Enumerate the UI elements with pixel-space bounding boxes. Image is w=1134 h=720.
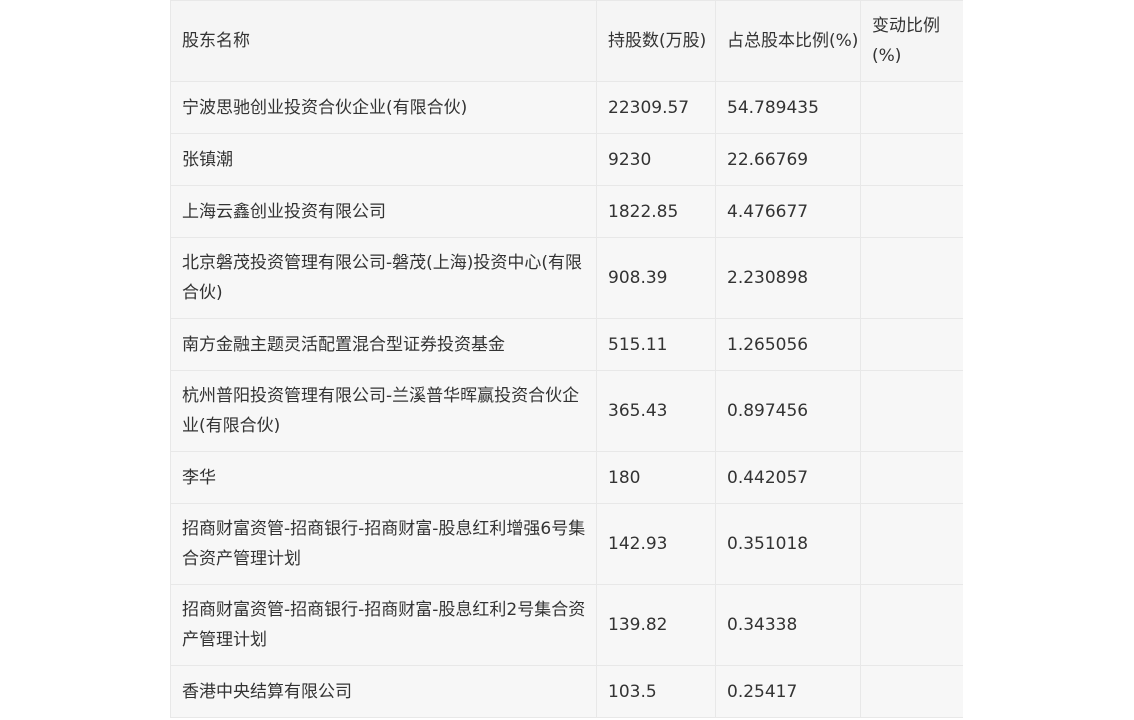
cell-change-ratio <box>860 451 963 504</box>
cell-change-ratio <box>860 370 963 452</box>
table-row: 杭州普阳投资管理有限公司-兰溪普华晖赢投资合伙企业(有限合伙) 365.43 0… <box>170 370 963 452</box>
shareholder-table: 股东名称 持股数(万股) 占总股本比例(%) 变动比例(%) 宁波思驰创业投资合… <box>170 0 963 718</box>
cell-shares: 103.5 <box>596 665 716 718</box>
cell-shares: 142.93 <box>596 503 716 585</box>
cell-shareholder-name: 香港中央结算有限公司 <box>170 665 597 718</box>
cell-change-ratio <box>860 665 963 718</box>
cell-shares: 139.82 <box>596 584 716 666</box>
table-row: 李华 180 0.442057 <box>170 451 963 504</box>
cell-share-ratio: 0.897456 <box>715 370 861 452</box>
cell-shareholder-name: 北京磐茂投资管理有限公司-磐茂(上海)投资中心(有限合伙) <box>170 237 597 319</box>
cell-shareholder-name: 上海云鑫创业投资有限公司 <box>170 185 597 238</box>
cell-shareholder-name: 李华 <box>170 451 597 504</box>
cell-share-ratio: 1.265056 <box>715 318 861 371</box>
table-row: 北京磐茂投资管理有限公司-磐茂(上海)投资中心(有限合伙) 908.39 2.2… <box>170 237 963 319</box>
table-row: 上海云鑫创业投资有限公司 1822.85 4.476677 <box>170 185 963 238</box>
cell-shareholder-name: 杭州普阳投资管理有限公司-兰溪普华晖赢投资合伙企业(有限合伙) <box>170 370 597 452</box>
cell-shares: 515.11 <box>596 318 716 371</box>
table-header-row: 股东名称 持股数(万股) 占总股本比例(%) 变动比例(%) <box>170 0 963 82</box>
table-row: 张镇潮 9230 22.66769 <box>170 133 963 186</box>
cell-change-ratio <box>860 185 963 238</box>
cell-change-ratio <box>860 81 963 134</box>
table-row: 宁波思驰创业投资合伙企业(有限合伙) 22309.57 54.789435 <box>170 81 963 134</box>
table-row: 招商财富资管-招商银行-招商财富-股息红利增强6号集合资产管理计划 142.93… <box>170 503 963 585</box>
cell-shares: 908.39 <box>596 237 716 319</box>
cell-share-ratio: 0.34338 <box>715 584 861 666</box>
cell-shareholder-name: 南方金融主题灵活配置混合型证券投资基金 <box>170 318 597 371</box>
cell-shares: 9230 <box>596 133 716 186</box>
header-shareholder-name: 股东名称 <box>170 0 597 82</box>
cell-shareholder-name: 招商财富资管-招商银行-招商财富-股息红利增强6号集合资产管理计划 <box>170 503 597 585</box>
header-shares: 持股数(万股) <box>596 0 716 82</box>
cell-change-ratio <box>860 133 963 186</box>
cell-share-ratio: 0.351018 <box>715 503 861 585</box>
cell-shareholder-name: 宁波思驰创业投资合伙企业(有限合伙) <box>170 81 597 134</box>
table-row: 招商财富资管-招商银行-招商财富-股息红利2号集合资产管理计划 139.82 0… <box>170 584 963 666</box>
cell-shares: 180 <box>596 451 716 504</box>
shareholder-table-container: 股东名称 持股数(万股) 占总股本比例(%) 变动比例(%) 宁波思驰创业投资合… <box>170 0 963 720</box>
cell-share-ratio: 22.66769 <box>715 133 861 186</box>
cell-share-ratio: 0.25417 <box>715 665 861 718</box>
cell-change-ratio <box>860 584 963 666</box>
cell-change-ratio <box>860 237 963 319</box>
cell-shares: 365.43 <box>596 370 716 452</box>
cell-shares: 1822.85 <box>596 185 716 238</box>
header-change-ratio: 变动比例(%) <box>860 0 963 82</box>
cell-share-ratio: 54.789435 <box>715 81 861 134</box>
table-row: 南方金融主题灵活配置混合型证券投资基金 515.11 1.265056 <box>170 318 963 371</box>
cell-shares: 22309.57 <box>596 81 716 134</box>
header-share-ratio: 占总股本比例(%) <box>715 0 861 82</box>
table-row: 香港中央结算有限公司 103.5 0.25417 <box>170 665 963 718</box>
cell-shareholder-name: 招商财富资管-招商银行-招商财富-股息红利2号集合资产管理计划 <box>170 584 597 666</box>
cell-change-ratio <box>860 318 963 371</box>
cell-share-ratio: 4.476677 <box>715 185 861 238</box>
cell-shareholder-name: 张镇潮 <box>170 133 597 186</box>
cell-change-ratio <box>860 503 963 585</box>
cell-share-ratio: 2.230898 <box>715 237 861 319</box>
cell-share-ratio: 0.442057 <box>715 451 861 504</box>
